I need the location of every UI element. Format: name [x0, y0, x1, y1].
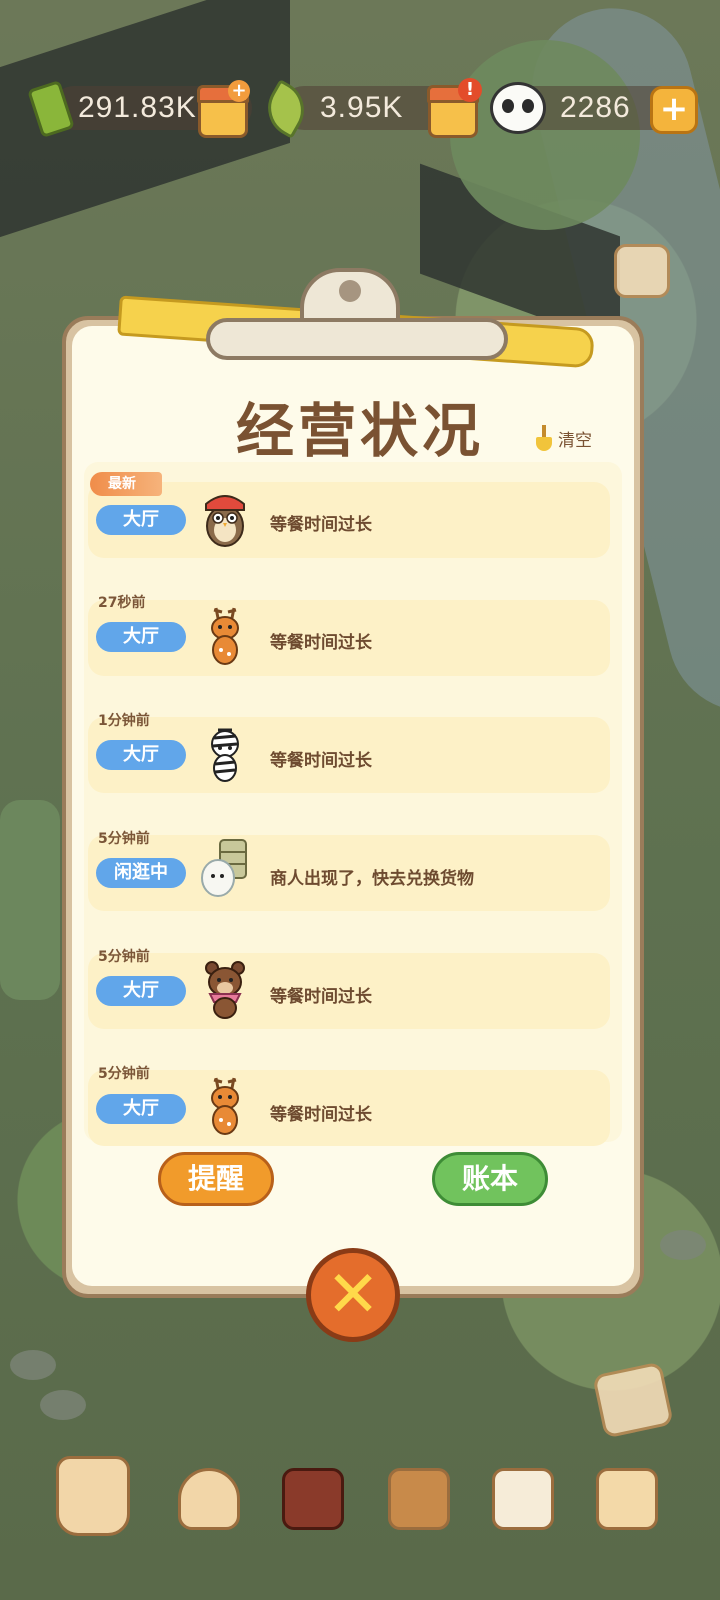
- ledger-button[interactable]: 账本: [432, 1152, 548, 1206]
- panda-coin-count: 2286: [560, 91, 631, 124]
- entry-message: 等餐时间过长: [270, 633, 372, 653]
- menu-book-icon[interactable]: [282, 1468, 344, 1530]
- location-tag: 大厅: [96, 740, 186, 770]
- entry-time: 5分钟前: [98, 949, 150, 965]
- clip-bar: [206, 318, 508, 360]
- zebra-customer-icon: [211, 728, 239, 782]
- broom-icon: [536, 425, 552, 451]
- panel-title: 经营状况: [235, 397, 484, 465]
- stone: [660, 1230, 706, 1260]
- close-icon: ✕: [326, 1258, 380, 1332]
- entry-time: 1分钟前: [98, 713, 150, 729]
- entry-message: 等餐时间过长: [270, 515, 372, 535]
- location-tag: 大厅: [96, 1094, 186, 1124]
- bamboo-count: 291.83K: [78, 91, 197, 124]
- entry-message: 等餐时间过长: [270, 1105, 372, 1125]
- stone: [10, 1350, 56, 1380]
- location-tag: 大厅: [96, 622, 186, 652]
- add-panda-coin-button[interactable]: +: [650, 86, 698, 134]
- stone: [40, 1390, 86, 1420]
- add-bamboo-icon[interactable]: +: [228, 80, 250, 102]
- entry-message: 商人出现了，快去兑换货物: [270, 869, 474, 889]
- gift-box-icon[interactable]: [596, 1468, 658, 1530]
- panda-coin-icon: [490, 82, 546, 134]
- clear-button[interactable]: 清空: [536, 422, 592, 454]
- deer-customer-icon: [211, 1077, 239, 1135]
- status-list[interactable]: [84, 462, 622, 1142]
- bamboo-bush: [0, 800, 60, 1000]
- owl-customer-icon: [205, 495, 245, 547]
- bear-customer-icon: [205, 961, 245, 1019]
- entry-message: 等餐时间过长: [270, 751, 372, 771]
- hammer-icon[interactable]: [388, 1468, 450, 1530]
- map-bag-icon[interactable]: [56, 1456, 130, 1536]
- merchant-icon: [201, 839, 247, 897]
- menu-list-icon[interactable]: [614, 244, 670, 298]
- leaf-count: 3.95K: [320, 91, 404, 124]
- willow-tree: [450, 40, 640, 230]
- location-tag: 大厅: [96, 976, 186, 1006]
- location-tag: 大厅: [96, 505, 186, 535]
- entry-time: 5分钟前: [98, 831, 150, 847]
- clear-label: 清空: [558, 430, 592, 451]
- close-button[interactable]: ✕: [306, 1248, 400, 1342]
- entry-message: 等餐时间过长: [270, 987, 372, 1007]
- remind-button[interactable]: 提醒: [158, 1152, 274, 1206]
- location-tag: 闲逛中: [96, 858, 186, 888]
- new-badge: 最新: [90, 472, 162, 496]
- entry-time: 27秒前: [98, 595, 146, 611]
- panda-card-icon[interactable]: [492, 1468, 554, 1530]
- clip-hole: [339, 280, 361, 302]
- entry-time: 5分钟前: [98, 1066, 150, 1082]
- deer-customer-icon: [211, 607, 239, 665]
- alert-icon: !: [458, 78, 482, 102]
- bucket-icon[interactable]: [178, 1468, 240, 1530]
